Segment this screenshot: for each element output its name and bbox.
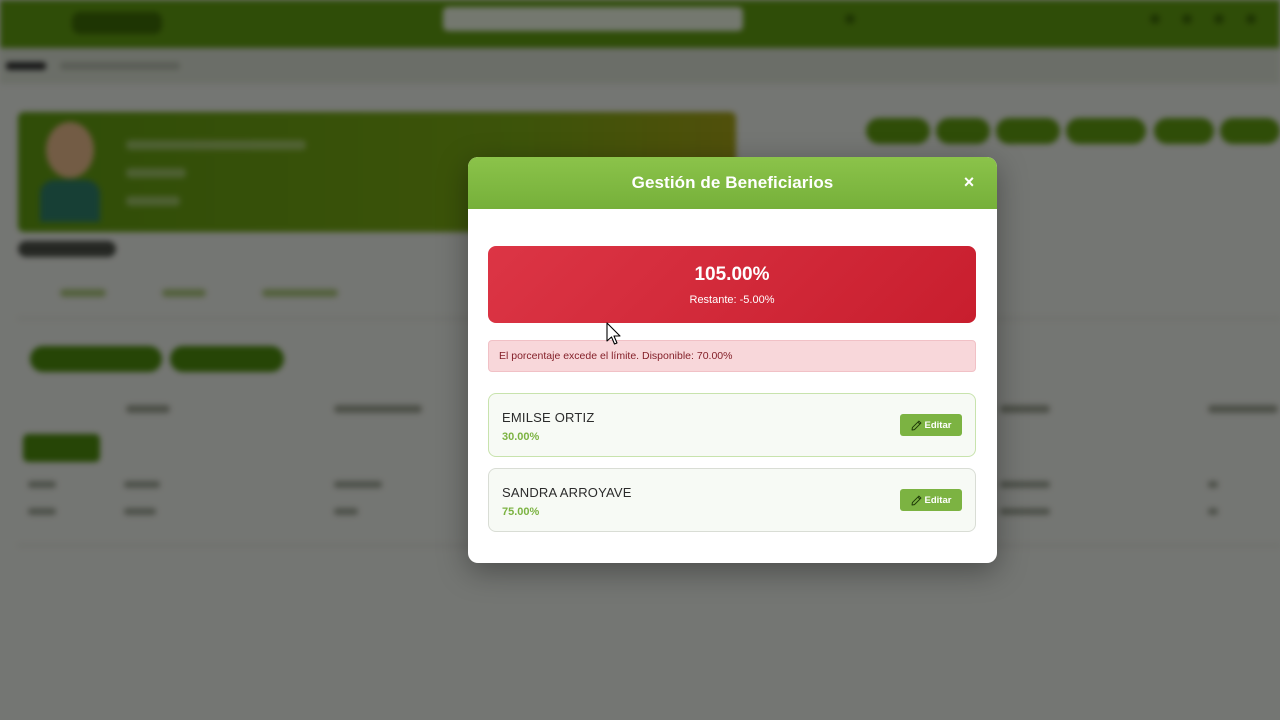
beneficiary-card: EMILSE ORTIZ 30.00% Editar	[488, 393, 976, 457]
edit-button-label: Editar	[924, 494, 952, 506]
beneficiary-name: SANDRA ARROYAVE	[502, 485, 632, 500]
beneficiary-card: SANDRA ARROYAVE 75.00% Editar	[488, 468, 976, 532]
pencil-icon	[911, 495, 921, 505]
modal-header: Gestión de Beneficiarios ×	[468, 157, 997, 209]
total-percentage-panel: 105.00% Restante: -5.00%	[488, 246, 976, 323]
edit-button[interactable]: Editar	[900, 489, 962, 511]
limit-exceeded-alert: El porcentaje excede el límite. Disponib…	[488, 340, 976, 372]
modal-title: Gestión de Beneficiarios	[631, 173, 834, 192]
beneficiaries-modal: Gestión de Beneficiarios × 105.00% Resta…	[468, 157, 997, 563]
total-percentage: 105.00%	[694, 264, 770, 285]
edit-button-label: Editar	[924, 419, 952, 431]
remaining-percentage: Restante: -5.00%	[689, 294, 775, 306]
close-icon[interactable]: ×	[959, 172, 979, 192]
edit-button[interactable]: Editar	[900, 414, 962, 436]
beneficiary-name: EMILSE ORTIZ	[502, 410, 595, 425]
beneficiary-percentage: 75.00%	[502, 506, 540, 518]
mouse-cursor-icon	[606, 322, 621, 345]
pencil-icon	[911, 420, 921, 430]
beneficiary-percentage: 30.00%	[502, 431, 540, 443]
